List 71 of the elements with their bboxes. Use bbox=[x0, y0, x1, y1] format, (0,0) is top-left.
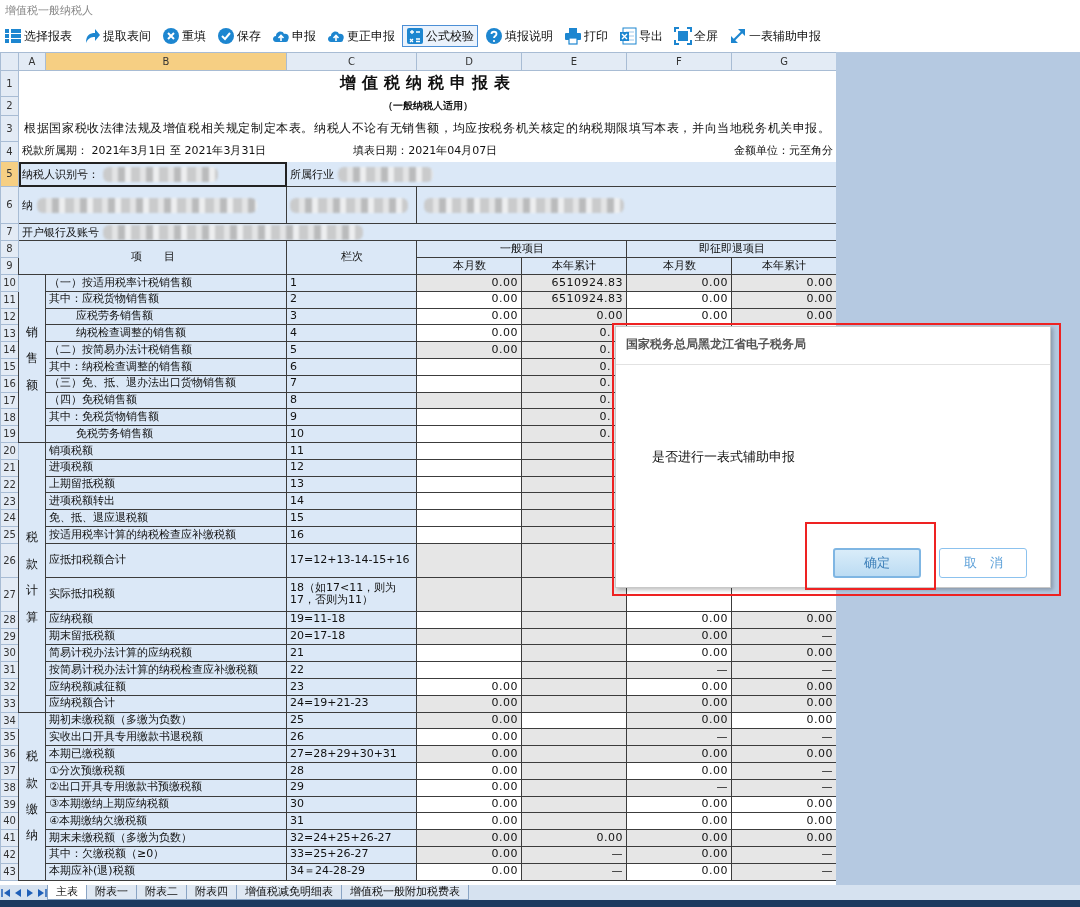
period-text: 税款所属期： 2021年3月1日 至 2021年3月31日 bbox=[22, 145, 267, 158]
column-heading: 栏次 bbox=[286, 240, 417, 275]
column-header[interactable]: B bbox=[45, 52, 287, 71]
next-sheet-icon[interactable] bbox=[25, 887, 35, 898]
sheet-tab[interactable]: 附表二 bbox=[136, 885, 187, 900]
column-header[interactable]: E bbox=[521, 52, 627, 71]
sheet-tab[interactable]: 增值税一般附加税费表 bbox=[341, 885, 469, 900]
fullscreen-icon bbox=[674, 27, 692, 45]
row-number[interactable]: 26 bbox=[0, 543, 19, 578]
last-sheet-icon[interactable] bbox=[37, 887, 47, 898]
window-title: 增值税一般纳税人 bbox=[4, 3, 94, 19]
sheet-tab[interactable]: 增值税减免明细表 bbox=[236, 885, 342, 900]
sheet-tab[interactable]: 主表 bbox=[47, 885, 87, 900]
row-label: 实际抵扣税额 bbox=[45, 577, 287, 612]
toolbar-button[interactable]: 选择报表 bbox=[0, 25, 76, 47]
curved-arrow-icon bbox=[83, 27, 101, 45]
field-label: 所属行业 bbox=[290, 167, 334, 180]
section-label: 销售额 bbox=[26, 323, 38, 394]
help-icon bbox=[485, 27, 503, 45]
previous-sheet-icon[interactable] bbox=[13, 887, 23, 898]
sheet-tab[interactable]: 附表四 bbox=[186, 885, 237, 900]
toolbar-button[interactable]: 全屏 bbox=[670, 25, 722, 47]
row-number[interactable]: 4 bbox=[0, 141, 19, 162]
toolbar-button[interactable]: 提取表间 bbox=[79, 25, 155, 47]
toolbar-button[interactable]: 更正申报 bbox=[323, 25, 399, 47]
field-label: 纳税人识别号： bbox=[22, 167, 99, 180]
toolbar-button[interactable]: 填报说明 bbox=[481, 25, 557, 47]
form-title: 增值税纳税申报表 bbox=[339, 73, 516, 93]
line-code: 18（如17<11，则为17，否则为11） bbox=[286, 577, 417, 612]
column-header[interactable]: C bbox=[286, 52, 417, 71]
expand-arrows-icon bbox=[729, 27, 747, 45]
field-label: 开户银行及账号 bbox=[22, 225, 99, 238]
field-label: 纳 bbox=[22, 198, 33, 211]
printer-icon bbox=[564, 27, 582, 45]
line-code: 17=12+13-14-15+16 bbox=[286, 543, 417, 578]
row-number[interactable]: 3 bbox=[0, 115, 19, 142]
row-number[interactable]: 27 bbox=[0, 577, 19, 612]
toolbar-button[interactable]: 重填 bbox=[158, 25, 210, 47]
column-header[interactable]: G bbox=[731, 52, 836, 71]
check-icon bbox=[217, 27, 235, 45]
calculator-icon bbox=[406, 27, 424, 45]
table-cell[interactable] bbox=[416, 543, 522, 578]
fill-date-text: 填表日期：2021年04月07日 bbox=[353, 145, 498, 158]
form-statement: 根据国家税收法律法规及增值税相关规定制定本表。纳税人不论有无销售额，均应按税务机关核定的纳税期限填写本表，并向当地税务机关申报。 bbox=[24, 120, 831, 135]
row-label: 应抵扣税额合计 bbox=[45, 543, 287, 578]
spreadsheet-icon bbox=[619, 27, 637, 45]
section-label: 税款缴纳 bbox=[26, 748, 38, 845]
column-header[interactable]: A bbox=[18, 52, 46, 71]
column-heading: 项 目 bbox=[18, 240, 287, 275]
row-number[interactable]: 1 bbox=[0, 70, 19, 97]
toolbar-button[interactable]: 打印 bbox=[560, 25, 612, 47]
form-cell[interactable]: 纳税人识别号： bbox=[18, 161, 287, 187]
toolbar-button[interactable]: 公式校验 bbox=[402, 25, 478, 47]
sheet-tab[interactable]: 附表一 bbox=[86, 885, 137, 900]
toolbar-button[interactable]: 申报 bbox=[268, 25, 320, 47]
toolbar-button[interactable]: 保存 bbox=[213, 25, 265, 47]
form-subtitle: （一般纳税人适用） bbox=[382, 99, 473, 111]
row-number[interactable]: 5 bbox=[0, 161, 19, 187]
column-header[interactable]: F bbox=[626, 52, 732, 71]
dialog-message: 是否进行一表式辅助申报 bbox=[652, 448, 795, 466]
dialog-title: 国家税务总局黑龙江省电子税务局 bbox=[616, 327, 1050, 365]
first-sheet-icon[interactable] bbox=[1, 887, 11, 898]
toolbar-button[interactable]: 一表辅助申报 bbox=[725, 25, 825, 47]
row-number[interactable]: 6 bbox=[0, 186, 19, 224]
column-header[interactable]: D bbox=[416, 52, 522, 71]
table-cell[interactable] bbox=[416, 577, 522, 612]
section-label: 税款计算 bbox=[26, 529, 38, 626]
close-icon bbox=[162, 27, 180, 45]
toolbar-button[interactable]: 导出 bbox=[615, 25, 667, 47]
unit-text: 金额单位：元至角分 bbox=[734, 145, 833, 158]
grid-icon bbox=[4, 27, 22, 45]
